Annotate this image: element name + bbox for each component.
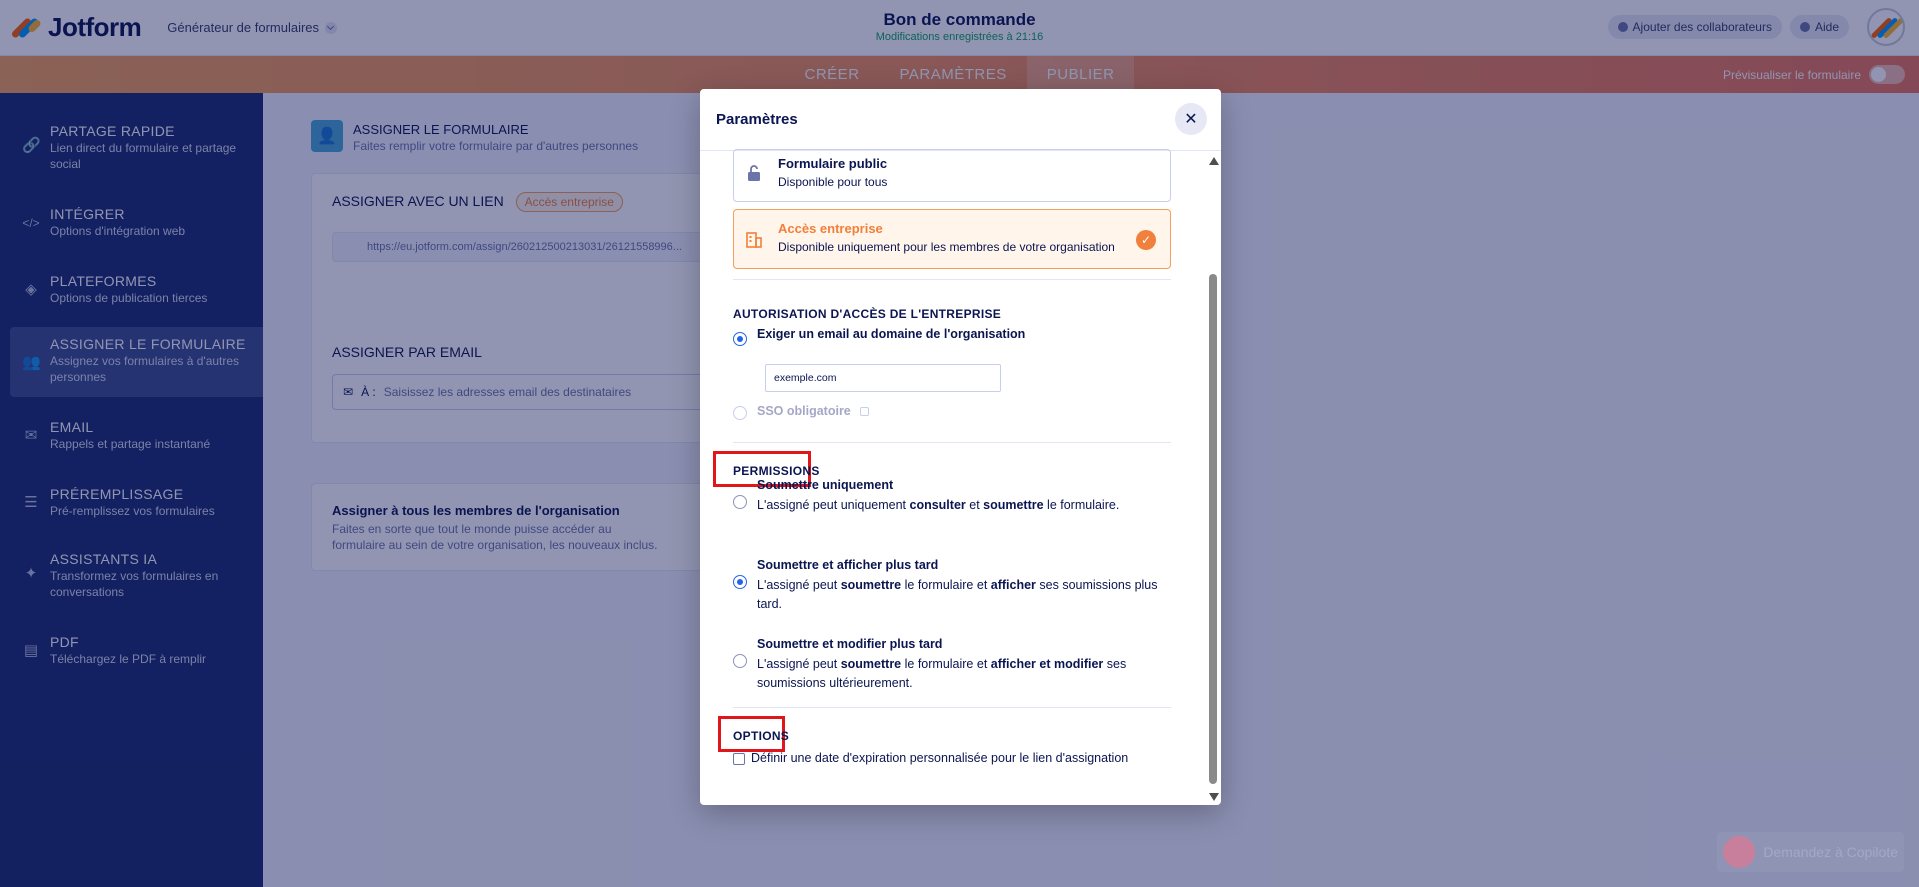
copilot-label: Demandez à Copilote [1763, 844, 1898, 860]
copilot-button[interactable]: Demandez à Copilote [1717, 832, 1904, 872]
submit-view-later-radio[interactable] [733, 575, 747, 589]
public-form-title: Formulaire public [778, 156, 888, 171]
scroll-up-arrow-icon[interactable] [1209, 157, 1219, 165]
text: le formulaire. [1043, 498, 1120, 512]
app: Jotform Générateur de formulaires Bon de… [0, 0, 1919, 887]
unlock-icon [746, 164, 762, 182]
modal-scrollbar[interactable] [1208, 155, 1219, 803]
domain-input[interactable]: exemple.com [765, 364, 1001, 392]
modal-header: Paramètres ✕ [700, 89, 1221, 151]
submit-only-desc: L'assigné peut uniquement consulter et s… [757, 496, 1157, 515]
auth-section-title: AUTORISATION D'ACCÈS DE L'ENTREPRISE [733, 307, 1002, 321]
sso-label-group: SSO obligatoire [757, 404, 870, 418]
close-icon: ✕ [1184, 111, 1198, 128]
settings-modal: Paramètres ✕ Formulaire public Disponibl… [700, 89, 1221, 805]
require-email-radio[interactable] [733, 332, 747, 346]
text: soumettre [840, 657, 902, 671]
text: soumettre [983, 498, 1044, 512]
divider [733, 442, 1171, 443]
submit-only-title: Soumettre uniquement [757, 478, 894, 492]
text: afficher [990, 578, 1036, 592]
submit-view-later-desc: L'assigné peut soumettre le formulaire e… [757, 576, 1177, 614]
options-title: OPTIONS [733, 729, 790, 743]
text: L'assigné peut [757, 657, 841, 671]
text: le formulaire et [901, 657, 991, 671]
divider [733, 279, 1171, 280]
text: et [965, 498, 984, 512]
expiry-date-checkbox[interactable] [733, 753, 745, 765]
scroll-thumb[interactable] [1209, 274, 1217, 784]
permissions-title: PERMISSIONS [733, 464, 820, 478]
sso-label: SSO obligatoire [757, 404, 851, 418]
building-icon [746, 230, 762, 248]
scroll-down-arrow-icon[interactable] [1209, 793, 1219, 801]
require-email-label: Exiger un email au domaine de l'organisa… [757, 327, 1026, 341]
modal-title: Paramètres [716, 111, 798, 128]
text: soumettre [840, 578, 902, 592]
divider [733, 707, 1171, 708]
sso-radio[interactable] [733, 406, 747, 420]
enterprise-access-sub: Disponible uniquement pour les membres d… [778, 240, 1115, 254]
enterprise-access-title: Accès entreprise [778, 221, 883, 236]
lock-icon [860, 407, 870, 417]
submit-view-later-title: Soumettre et afficher plus tard [757, 558, 939, 572]
text: L'assigné peut [757, 578, 841, 592]
expiry-date-label: Définir une date d'expiration personnali… [751, 751, 1129, 765]
text: L'assigné peut uniquement [757, 498, 910, 512]
text: consulter [909, 498, 966, 512]
text: afficher et modifier [990, 657, 1104, 671]
public-form-sub: Disponible pour tous [778, 175, 888, 189]
public-form-option[interactable]: Formulaire public Disponible pour tous [733, 149, 1171, 202]
submit-edit-later-radio[interactable] [733, 654, 747, 668]
submit-only-radio[interactable] [733, 495, 747, 509]
modal-body: Formulaire public Disponible pour tous A… [700, 149, 1221, 805]
copilot-avatar-icon [1723, 836, 1756, 868]
enterprise-access-option[interactable]: Accès entreprise Disponible uniquement p… [733, 209, 1171, 269]
text: le formulaire et [901, 578, 991, 592]
submit-edit-later-title: Soumettre et modifier plus tard [757, 637, 943, 651]
submit-edit-later-desc: L'assigné peut soumettre le formulaire e… [757, 655, 1157, 693]
check-icon: ✓ [1136, 230, 1156, 250]
close-button[interactable]: ✕ [1175, 103, 1207, 135]
